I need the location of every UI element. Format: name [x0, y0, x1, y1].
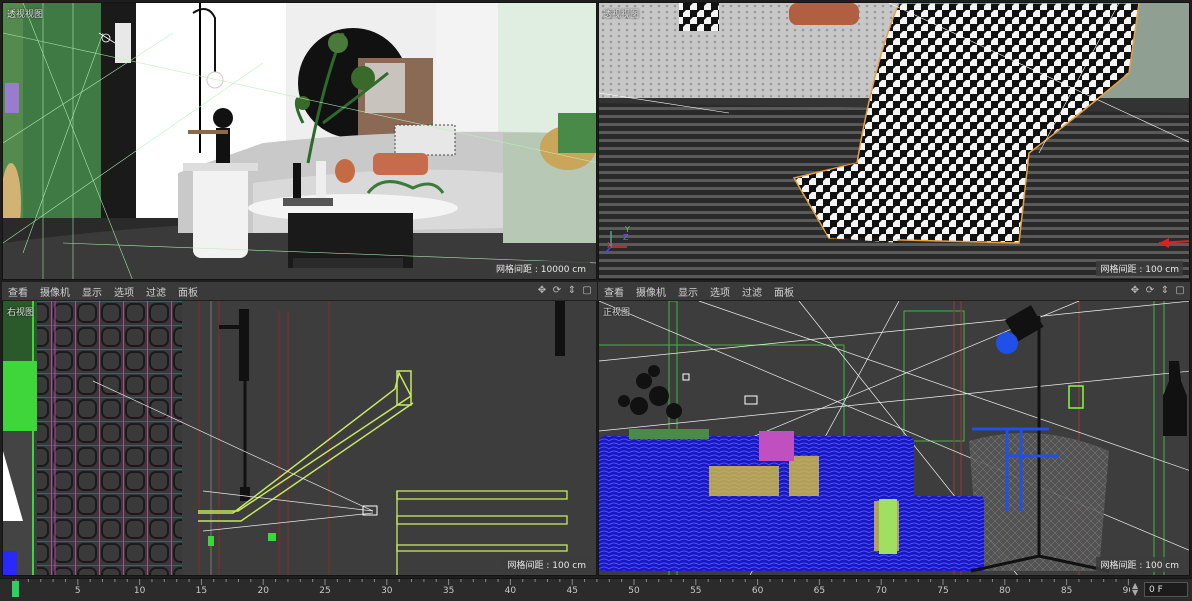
viewport-label: 右视图 [7, 308, 35, 318]
frame-spinner-icon[interactable]: ▲ ▼ [1132, 582, 1142, 597]
menu-options[interactable]: 选项 [704, 284, 736, 299]
playhead-icon[interactable] [12, 581, 19, 597]
menu-filter[interactable]: 过滤 [736, 284, 768, 299]
viewport-top-right[interactable]: 透视视图 Y X Z 网格间距 : 100 cm [598, 2, 1190, 280]
front-view-wireframe [599, 301, 1189, 575]
rotate-icon[interactable]: ⟳ [551, 285, 563, 297]
viewport-top-left[interactable]: 透视视图 网格间距 : 10000 cm [2, 2, 597, 280]
timeline-tick-label: 30 [381, 586, 393, 596]
menu-view[interactable]: 查看 [2, 284, 34, 299]
timeline-tick-label: 15 [196, 586, 207, 596]
timeline-tick-label: 10 [134, 586, 146, 596]
move-icon[interactable]: ✥ [1129, 285, 1141, 297]
menu-camera[interactable]: 摄像机 [630, 284, 672, 299]
timeline-tick-label: 90 [1123, 586, 1130, 596]
timeline-ruler[interactable]: 051015202530354045505560657075808590 ▲▼ … [0, 578, 1192, 601]
timeline-tick-label: 75 [937, 586, 948, 596]
viewport-bottom-right[interactable]: 正视图 网格间距 : 100 cm [598, 300, 1190, 576]
menu-camera[interactable]: 摄像机 [34, 284, 76, 299]
maximize-icon[interactable]: ▢ [1174, 285, 1186, 297]
move-icon[interactable]: ✥ [536, 285, 548, 297]
timeline-tick-label: 35 [443, 586, 454, 596]
menu-view[interactable]: 查看 [598, 284, 630, 299]
axis-z-label: Z [623, 233, 629, 242]
right-view-wireframe [3, 301, 596, 575]
timeline-tick-label: 40 [505, 586, 517, 596]
rotate-icon[interactable]: ⟳ [1144, 285, 1156, 297]
menu-panel[interactable]: 面板 [768, 284, 800, 299]
timeline-tick-label: 55 [690, 586, 701, 596]
grid-spacing-label: 网格间距 : 100 cm [503, 557, 590, 572]
timeline-tick-label: 20 [257, 586, 269, 596]
axis-x-label: X [607, 241, 613, 250]
menu-display[interactable]: 显示 [672, 284, 704, 299]
zoom-icon[interactable]: ⇕ [566, 285, 578, 297]
menu-options[interactable]: 选项 [108, 284, 140, 299]
timeline-tick-label: 25 [319, 586, 330, 596]
grid-spacing-label: 网格间距 : 100 cm [1096, 261, 1183, 276]
timeline-scale: 051015202530354045505560657075808590 [12, 579, 1130, 597]
timeline-tick-label: 45 [566, 586, 577, 596]
houndstooth-closeup-render [599, 3, 1189, 279]
grid-spacing-label: 网格间距 : 100 cm [1096, 557, 1183, 572]
viewport-bottom-left[interactable]: 右视图 网格间距 : 100 cm [2, 300, 597, 576]
viewport-label: 透视视图 [7, 10, 44, 20]
viewport-menubar-bottom-right: 查看 摄像机 显示 选项 过滤 面板 ✥ ⟳ ⇕ ▢ [598, 282, 1190, 301]
maximize-icon[interactable]: ▢ [581, 285, 593, 297]
menu-display[interactable]: 显示 [76, 284, 108, 299]
timeline-tick-label: 85 [1061, 586, 1072, 596]
viewport-label: 正视图 [603, 308, 631, 318]
menu-panel[interactable]: 面板 [172, 284, 204, 299]
viewport-label: 透视视图 [603, 10, 640, 20]
timeline-tick-label: 70 [875, 586, 887, 596]
timeline-tick-label: 80 [999, 586, 1011, 596]
menu-filter[interactable]: 过滤 [140, 284, 172, 299]
viewport-menubar-bottom-left: 查看 摄像机 显示 选项 过滤 面板 ✥ ⟳ ⇕ ▢ [2, 282, 597, 301]
timeline-tick-label: 5 [75, 586, 81, 596]
zoom-icon[interactable]: ⇕ [1159, 285, 1171, 297]
timeline-tick-label: 50 [628, 586, 640, 596]
timeline-tick-label: 65 [814, 586, 825, 596]
current-frame-field[interactable]: 0 F [1144, 582, 1188, 597]
timeline-tick-label: 60 [752, 586, 764, 596]
living-room-render [3, 3, 596, 279]
grid-spacing-label: 网格间距 : 10000 cm [492, 261, 590, 276]
